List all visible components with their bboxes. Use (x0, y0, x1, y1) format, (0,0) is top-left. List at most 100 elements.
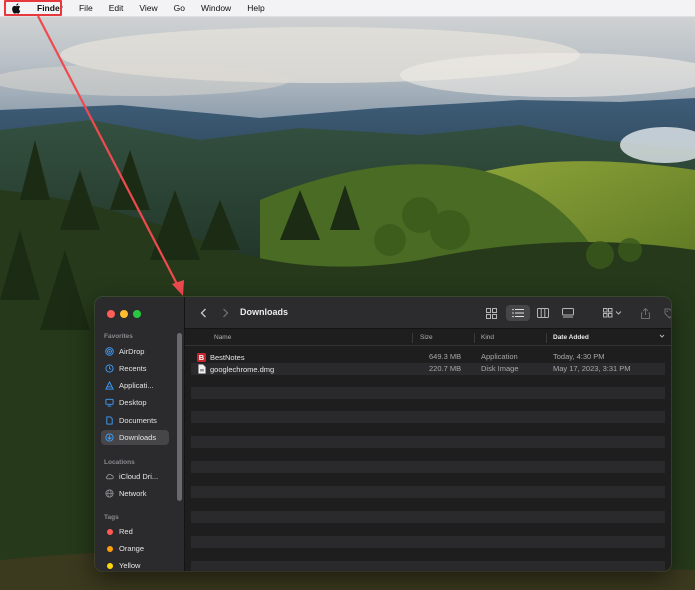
applications-icon (105, 381, 114, 390)
list-icon (512, 308, 524, 318)
sidebar-item-label: Orange (119, 544, 145, 553)
menu-bar: Finder File Edit View Go Window Help (0, 0, 695, 17)
menu-view[interactable]: View (131, 0, 165, 17)
file-name-cell: B BestNotes (197, 352, 245, 362)
sidebar-item-label: Yellow (119, 561, 141, 570)
sidebar-item-label: AirDrop (119, 347, 145, 356)
sidebar: Favorites AirDrop Recents Applicati... D… (95, 297, 185, 571)
file-name-cell: googlechrome.dmg (197, 364, 274, 374)
desktop-icon (105, 398, 114, 407)
menu-help[interactable]: Help (239, 0, 272, 17)
file-kind: Disk Image (481, 364, 519, 373)
sidebar-section-locations: Locations (104, 459, 135, 466)
sidebar-item-documents[interactable]: Documents (101, 413, 169, 428)
menu-window[interactable]: Window (193, 0, 239, 17)
sidebar-section-favorites: Favorites (104, 333, 133, 340)
sidebar-item-label: Desktop (119, 398, 147, 407)
file-browser: Downloads Name Size Kind Date Added B Be… (185, 297, 671, 571)
column-divider[interactable] (412, 333, 413, 343)
file-name: BestNotes (210, 352, 245, 362)
gallery-view-button[interactable] (559, 305, 577, 321)
columns-icon (537, 308, 549, 318)
forward-button[interactable] (219, 305, 231, 321)
back-button[interactable] (197, 305, 209, 321)
column-divider[interactable] (546, 333, 547, 343)
file-size: 220.7 MB (429, 364, 462, 373)
menu-file[interactable]: File (71, 0, 101, 17)
sidebar-item-desktop[interactable]: Desktop (101, 395, 169, 410)
close-button[interactable] (107, 310, 115, 318)
sidebar-item-airdrop[interactable]: AirDrop (101, 344, 169, 359)
file-date-added: Today, 4:30 PM (553, 352, 605, 361)
menu-go[interactable]: Go (166, 0, 193, 17)
sidebar-item-downloads[interactable]: Downloads (101, 430, 169, 445)
column-size[interactable]: Size (420, 334, 433, 341)
sidebar-item-network[interactable]: Network (101, 486, 169, 501)
share-button[interactable] (638, 305, 652, 321)
file-name: googlechrome.dmg (210, 364, 275, 374)
column-kind[interactable]: Kind (481, 334, 494, 341)
zoom-button[interactable] (133, 310, 141, 318)
empty-row-stripe (191, 511, 665, 523)
empty-row-stripe (191, 436, 665, 448)
file-date-added: May 17, 2023, 3:31 PM (553, 364, 631, 373)
column-divider[interactable] (474, 333, 475, 343)
bestnotes-app-icon: B (197, 352, 206, 362)
sidebar-item-applications[interactable]: Applicati... (101, 378, 169, 393)
tag-icon (664, 308, 671, 319)
sidebar-item-label: Applicati... (119, 381, 154, 390)
column-header: Name Size Kind Date Added (185, 330, 671, 346)
globe-icon (105, 489, 114, 498)
document-icon (105, 416, 114, 425)
empty-row-stripe (191, 561, 665, 571)
sidebar-item-tag-red[interactable]: Red (101, 524, 169, 539)
column-date-added[interactable]: Date Added (553, 334, 589, 341)
svg-text:B: B (199, 353, 205, 362)
sidebar-item-recents[interactable]: Recents (101, 361, 169, 376)
empty-row-stripe (191, 411, 665, 423)
share-icon (640, 307, 650, 319)
toolbar: Downloads (185, 297, 671, 329)
tag-orange-dot-icon (105, 544, 114, 553)
sort-chevron-down-icon[interactable] (659, 333, 665, 341)
sidebar-section-tags: Tags (104, 514, 119, 521)
minimize-button[interactable] (120, 310, 128, 318)
empty-row-stripe (191, 461, 665, 473)
gallery-icon (562, 308, 574, 318)
sidebar-item-label: Documents (119, 416, 157, 425)
sidebar-scrollbar[interactable] (177, 333, 182, 501)
group-by-button[interactable] (601, 305, 625, 321)
file-size: 649.3 MB (429, 352, 462, 361)
disk-image-icon (197, 364, 206, 374)
group-grid-icon (603, 308, 622, 318)
tag-button[interactable] (662, 305, 671, 321)
column-name[interactable]: Name (214, 334, 231, 341)
sidebar-item-label: Network (119, 489, 147, 498)
sidebar-item-label: iCloud Dri... (119, 472, 159, 481)
tag-yellow-dot-icon (105, 561, 114, 570)
finder-menu-highlight-box (4, 0, 62, 16)
file-kind: Application (481, 352, 518, 361)
cloud-icon (105, 472, 114, 481)
file-row-bestnotes[interactable]: B BestNotes 649.3 MB Application Today, … (191, 351, 665, 363)
sidebar-item-tag-orange[interactable]: Orange (101, 541, 169, 556)
column-view-button[interactable] (534, 305, 552, 321)
icon-view-button[interactable] (482, 305, 500, 321)
sidebar-item-label: Downloads (119, 433, 157, 442)
sidebar-item-label: Recents (119, 364, 147, 373)
grid-icon (485, 307, 497, 319)
tag-red-dot-icon (105, 527, 114, 536)
empty-row-stripe (191, 536, 665, 548)
empty-row-stripe (191, 486, 665, 498)
sidebar-item-tag-yellow[interactable]: Yellow (101, 558, 169, 571)
menu-edit[interactable]: Edit (101, 0, 132, 17)
airdrop-icon (105, 347, 114, 356)
finder-window: Favorites AirDrop Recents Applicati... D… (95, 297, 671, 571)
chevron-right-icon (222, 308, 228, 318)
clock-icon (105, 364, 114, 373)
list-view-button[interactable] (506, 305, 530, 321)
window-controls (107, 310, 141, 318)
file-row-googlechrome[interactable]: googlechrome.dmg 220.7 MB Disk Image May… (191, 363, 665, 375)
sidebar-item-icloud-drive[interactable]: iCloud Dri... (101, 469, 169, 484)
chevron-left-icon (200, 308, 206, 318)
